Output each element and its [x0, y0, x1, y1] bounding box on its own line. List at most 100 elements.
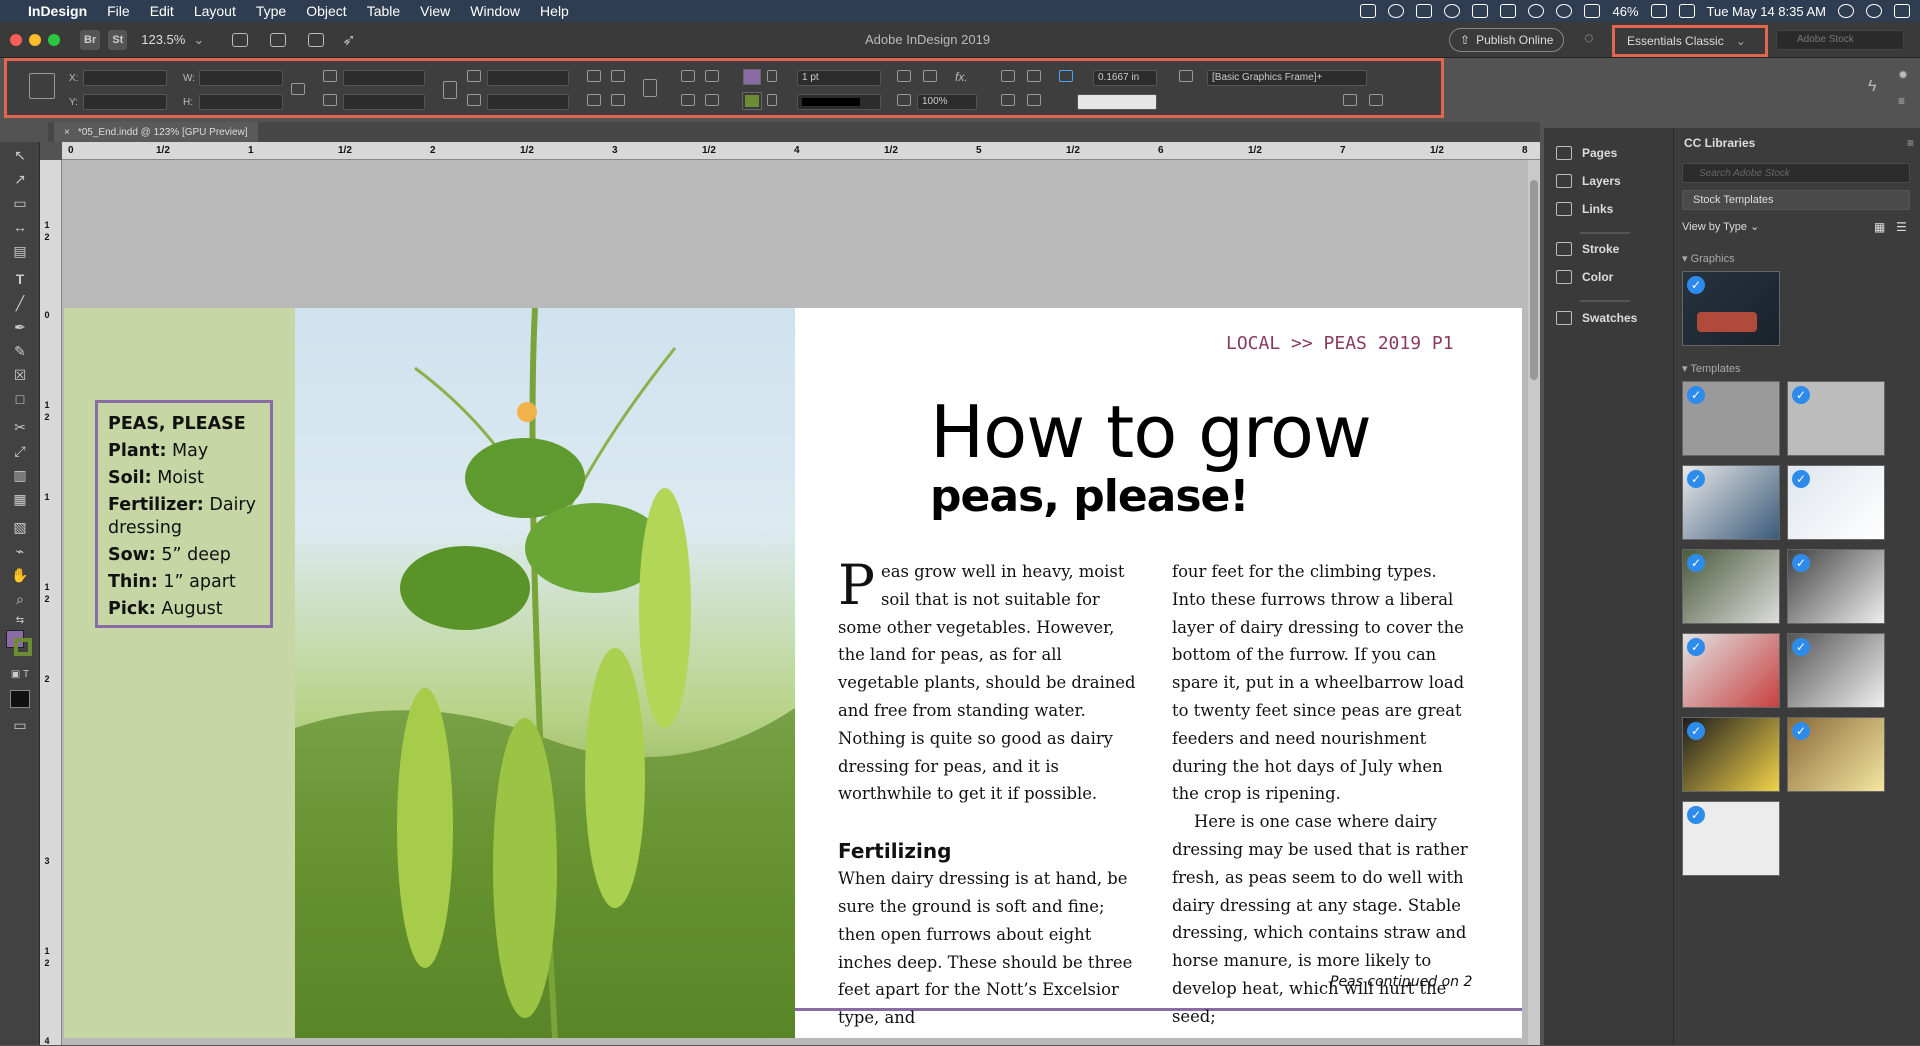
effects-fx-icon[interactable]: fx.	[955, 70, 968, 84]
arrange-documents-icon[interactable]	[308, 32, 325, 47]
wrap-text-icon[interactable]	[1001, 70, 1015, 82]
rotate-angle-field[interactable]	[487, 70, 569, 86]
stock-button[interactable]: St	[108, 29, 128, 50]
template-thumbnail[interactable]: ✓	[1682, 549, 1780, 624]
opacity-field[interactable]: 100%	[917, 94, 977, 110]
lightning-icon[interactable]: ϟ	[1868, 78, 1876, 96]
lightbulb-icon[interactable]: ◌	[1584, 30, 1594, 48]
view-options-icon[interactable]	[232, 32, 249, 47]
cc-panel-menu-icon[interactable]: ≡	[1907, 136, 1914, 150]
time-machine-icon[interactable]	[1528, 4, 1545, 18]
zoom-chevron-down-icon[interactable]: ⌄	[193, 32, 204, 48]
corner-size-field[interactable]: 0.1667 in	[1093, 70, 1157, 86]
wifi-icon[interactable]	[1556, 4, 1573, 18]
menu-help[interactable]: Help	[530, 3, 579, 19]
align-stroke-icon[interactable]	[897, 70, 911, 82]
panel-menu-icon[interactable]	[1369, 94, 1383, 106]
corner-options-icon[interactable]	[1059, 70, 1073, 82]
graphics-section-header[interactable]: ▾ Graphics	[1682, 252, 1735, 265]
screen-mode-icon[interactable]	[270, 32, 287, 47]
gradient-feather-tool-icon[interactable]: ▦	[10, 490, 30, 508]
dropbox-icon[interactable]	[1360, 4, 1377, 18]
gap-tool-icon[interactable]: ↔	[10, 218, 30, 236]
siri-icon[interactable]	[1866, 4, 1882, 18]
adobe-stock-search[interactable]: Adobe Stock	[1776, 30, 1904, 50]
fill-swatch-menu-icon[interactable]	[767, 70, 777, 82]
template-thumbnail[interactable]: ✓	[1682, 381, 1780, 456]
menu-view[interactable]: View	[410, 3, 460, 19]
constrain-scale-icon[interactable]	[443, 81, 457, 99]
scale-x-icon[interactable]	[323, 70, 337, 82]
menu-layout[interactable]: Layout	[184, 3, 246, 19]
scale-y-field[interactable]	[343, 94, 425, 110]
menu-app[interactable]: InDesign	[20, 3, 97, 19]
scissors-tool-icon[interactable]: ✂	[10, 418, 30, 436]
clock[interactable]: Tue May 14 8:35 AM	[1707, 4, 1826, 19]
template-thumbnail[interactable]: ✓	[1787, 381, 1885, 456]
volume-icon[interactable]	[1584, 4, 1601, 18]
templates-section-header[interactable]: ▾ Templates	[1682, 362, 1741, 375]
flag-icon[interactable]	[1678, 4, 1695, 18]
menu-table[interactable]: Table	[357, 3, 410, 19]
scale-percentage-icon[interactable]	[897, 94, 911, 106]
sidebar-color-block[interactable]: PEAS, PLEASE Plant: May Soil: Moist Fert…	[64, 308, 295, 1038]
object-style-dropdown[interactable]: [Basic Graphics Frame]+	[1207, 70, 1367, 86]
screenshot-icon[interactable]	[1416, 4, 1433, 18]
bridge-button[interactable]: Br	[80, 29, 101, 50]
rectangle-tool-icon[interactable]: □	[10, 390, 30, 408]
stroke-color-icon[interactable]	[14, 638, 32, 656]
view-by-type-dropdown[interactable]: View by Type ⌄	[1682, 220, 1759, 233]
zoom-window-button[interactable]	[48, 33, 60, 46]
stroke-type-dropdown[interactable]	[797, 94, 881, 110]
zoom-tool-icon[interactable]: ⌕	[10, 590, 30, 608]
publish-online-button[interactable]: ⇧ Publish Online	[1449, 28, 1565, 52]
template-thumbnail[interactable]: ✓	[1682, 465, 1780, 540]
rectangle-frame-tool-icon[interactable]: ☒	[10, 366, 30, 384]
stroke-swatch-menu-icon[interactable]	[767, 94, 777, 106]
spotlight-icon[interactable]	[1838, 4, 1854, 18]
fill-swatch[interactable]	[743, 69, 761, 85]
shear-angle-field[interactable]	[487, 94, 569, 110]
p-reference-icon[interactable]	[643, 79, 657, 97]
template-thumbnail[interactable]: ✓	[1682, 717, 1780, 792]
stroke-swatch[interactable]	[742, 92, 762, 110]
x-field[interactable]	[83, 70, 167, 86]
object-style-icon[interactable]	[1179, 70, 1193, 82]
scale-x-field[interactable]	[343, 70, 425, 86]
reference-point-icon[interactable]	[29, 73, 55, 99]
control-settings-icon[interactable]: ✹	[1898, 68, 1908, 82]
zoom-level[interactable]: 123.5%	[141, 32, 185, 47]
template-thumbnail[interactable]: ✓	[1787, 717, 1885, 792]
stock-search-input[interactable]: Search Adobe Stock	[1682, 163, 1910, 183]
flip-vertical-icon[interactable]	[611, 94, 625, 106]
formatting-affects-icon[interactable]: ▣ T	[10, 666, 30, 684]
select-next-icon[interactable]	[705, 94, 719, 106]
flip-horizontal-icon[interactable]	[587, 94, 601, 106]
pea-plant-photo[interactable]	[295, 308, 795, 1038]
center-content-icon[interactable]	[1027, 94, 1041, 106]
pen-tool-icon[interactable]: ✒	[10, 318, 30, 336]
rotate-clockwise-icon[interactable]	[587, 70, 601, 82]
close-tab-icon[interactable]: ×	[64, 127, 70, 138]
template-thumbnail[interactable]: ✓	[1787, 465, 1885, 540]
type-tool-icon[interactable]: T	[10, 270, 30, 288]
info-icon[interactable]	[1444, 4, 1461, 18]
m-icon[interactable]	[1472, 4, 1489, 18]
eyedropper-tool-icon[interactable]: ⌁	[10, 542, 30, 560]
select-container-icon[interactable]	[681, 70, 695, 82]
stroke-weight-field[interactable]: 1 pt	[797, 70, 881, 86]
screen-mode-tool-icon[interactable]: ▭	[10, 716, 30, 734]
constrain-proportions-icon[interactable]	[291, 83, 305, 95]
grid-view-icon[interactable]: ▦	[1874, 220, 1885, 234]
drop-shadow-icon[interactable]	[923, 70, 937, 82]
wrap-around-object-icon[interactable]	[1027, 70, 1041, 82]
scrollbar-thumb[interactable]	[1530, 180, 1538, 380]
minimize-window-button[interactable]	[29, 33, 41, 46]
send-icon[interactable]: ➶	[342, 30, 355, 50]
library-source-dropdown[interactable]: Stock Templates	[1682, 190, 1910, 210]
line-tool-icon[interactable]: ╱	[10, 294, 30, 312]
rotate-angle-icon[interactable]	[467, 70, 481, 82]
default-colors-icon[interactable]: ⇆	[10, 612, 30, 630]
scale-y-icon[interactable]	[323, 94, 337, 106]
selection-tool-icon[interactable]: ↖	[10, 146, 30, 164]
